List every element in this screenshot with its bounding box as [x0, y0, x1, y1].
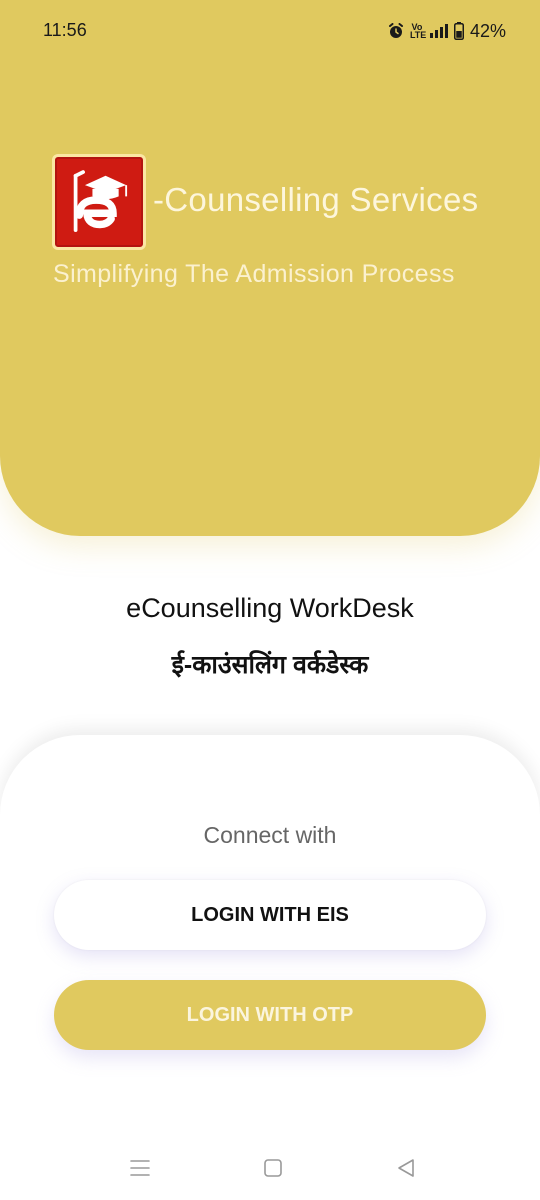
menu-icon[interactable]	[126, 1154, 154, 1182]
login-sheet	[0, 735, 540, 1200]
system-nav-bar	[0, 1140, 540, 1200]
logo-graduation-e-icon	[73, 170, 128, 232]
battery-icon	[453, 22, 464, 40]
login-eis-button[interactable]: LOGIN WITH EIS	[54, 880, 486, 950]
app-logo	[52, 154, 146, 250]
login-otp-button[interactable]: LOGIN WITH OTP	[54, 980, 486, 1050]
status-bar: 11:56 Vo LTE 42%	[0, 0, 540, 62]
volte-icon: Vo LTE	[409, 22, 427, 40]
battery-percentage: 42%	[469, 20, 506, 41]
app-title-hindi: ई-काउंसलिंग वर्कडेस्क	[171, 651, 369, 679]
status-time: 11:56	[43, 20, 87, 40]
connect-label: Connect with	[203, 822, 337, 848]
app-title: eCounselling WorkDesk	[126, 593, 414, 623]
home-icon[interactable]	[259, 1154, 287, 1182]
alarm-icon	[388, 23, 404, 39]
status-icons: Vo LTE 42%	[388, 19, 506, 43]
signal-icon	[429, 24, 448, 38]
brand-name: -Counselling Services	[153, 181, 479, 218]
brand-tagline: Simplifying The Admission Process	[53, 260, 455, 288]
back-icon[interactable]	[392, 1154, 420, 1182]
